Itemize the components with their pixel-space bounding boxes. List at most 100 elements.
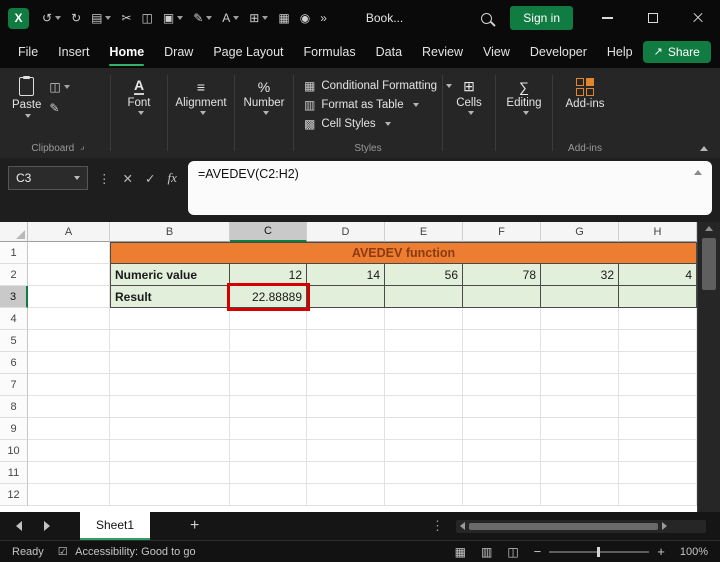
cell[interactable] [110,462,230,484]
font-color-button[interactable]: A [217,12,244,24]
cell[interactable] [463,374,541,396]
cell[interactable] [230,352,307,374]
tab-insert[interactable]: Insert [48,36,99,68]
minimize-button[interactable] [585,0,630,36]
cell[interactable] [619,462,697,484]
cell[interactable] [307,352,385,374]
undo-button[interactable]: ↺ [37,12,66,24]
horizontal-scrollbar[interactable] [456,520,706,533]
cell[interactable] [110,308,230,330]
font-button[interactable]: A Font [113,75,165,116]
cell[interactable] [307,440,385,462]
cell[interactable] [541,484,619,506]
cell-g2[interactable]: 32 [541,264,619,286]
vertical-scrollbar[interactable] [697,222,720,512]
toolbar-overflow-button[interactable]: » [315,12,332,24]
format-painter-button-qat[interactable]: ✎ [188,12,217,24]
tab-home[interactable]: Home [99,36,154,68]
column-header-b[interactable]: B [110,222,230,242]
editing-button[interactable]: ∑ Editing [498,75,550,116]
alignment-button[interactable]: ≡ Alignment [170,75,232,116]
cell[interactable] [110,396,230,418]
previous-sheet-icon[interactable] [16,521,22,531]
paste-button[interactable]: Paste [12,75,41,118]
cell[interactable] [385,484,463,506]
zoom-out-icon[interactable]: − [534,545,542,558]
tab-draw[interactable]: Draw [154,36,203,68]
row-header-3[interactable]: 3 [0,286,28,308]
sheet-tab-sheet1[interactable]: Sheet1 [80,512,150,540]
row-header-10[interactable]: 10 [0,440,28,462]
cell[interactable] [463,484,541,506]
tab-view[interactable]: View [473,36,520,68]
cell[interactable] [110,374,230,396]
row-header-6[interactable]: 6 [0,352,28,374]
cell-h2[interactable]: 4 [619,264,697,286]
zoom-level[interactable]: 100% [680,546,708,558]
zoom-slider[interactable] [549,551,649,553]
cell[interactable] [541,352,619,374]
cell[interactable] [463,396,541,418]
cell[interactable] [385,418,463,440]
cell[interactable] [541,330,619,352]
cell-banner-b1-h1[interactable]: AVEDEV function [110,242,697,264]
cell[interactable] [28,330,110,352]
redo-button[interactable]: ↻ [66,12,86,24]
cell[interactable] [230,396,307,418]
share-button[interactable]: ↗ Share [643,41,711,63]
tab-data[interactable]: Data [366,36,412,68]
enter-icon[interactable]: ✓ [145,171,155,186]
cell[interactable] [619,418,697,440]
cut-button[interactable]: ✂ [116,12,136,24]
sign-in-button[interactable]: Sign in [510,6,573,30]
cell[interactable] [463,440,541,462]
cell[interactable] [385,352,463,374]
vertical-scrollbar-thumb[interactable] [702,238,716,290]
tab-formulas[interactable]: Formulas [294,36,366,68]
tab-developer[interactable]: Developer [520,36,597,68]
cell-h3[interactable] [619,286,697,308]
next-sheet-icon[interactable] [44,521,50,531]
collapse-ribbon-icon[interactable] [700,146,708,151]
cell[interactable] [541,418,619,440]
cell[interactable] [385,462,463,484]
document-title[interactable]: Book... [366,11,403,25]
cell[interactable] [541,308,619,330]
format-painter-button[interactable]: ✎ [47,98,71,118]
tab-page-layout[interactable]: Page Layout [203,36,293,68]
cell[interactable] [28,352,110,374]
row-header-5[interactable]: 5 [0,330,28,352]
cell[interactable] [307,374,385,396]
cell[interactable] [385,308,463,330]
cell[interactable] [230,308,307,330]
page-break-view-icon[interactable]: ◫ [507,545,518,559]
tab-file[interactable]: File [8,36,48,68]
cell[interactable] [541,462,619,484]
column-header-h[interactable]: H [619,222,697,242]
cell-e2[interactable]: 56 [385,264,463,286]
row-header-4[interactable]: 4 [0,308,28,330]
select-all-corner[interactable] [0,222,28,242]
addins-button[interactable]: Add-ins [555,75,615,111]
cell[interactable] [307,484,385,506]
cell-d3[interactable] [307,286,385,308]
cell-f3[interactable] [463,286,541,308]
insert-function-icon[interactable]: fx [167,170,176,186]
scroll-left-icon[interactable] [460,522,465,530]
cell[interactable] [307,308,385,330]
row-header-8[interactable]: 8 [0,396,28,418]
cell-g3[interactable] [541,286,619,308]
column-header-g[interactable]: G [541,222,619,242]
row-header-12[interactable]: 12 [0,484,28,506]
cell-b3-label[interactable]: Result [110,286,230,308]
camera-button[interactable]: ◉ [295,12,315,24]
cell-a1[interactable] [28,242,110,264]
cell[interactable] [110,330,230,352]
cell[interactable] [541,440,619,462]
cell[interactable] [619,440,697,462]
expand-formula-bar-icon[interactable] [694,170,702,175]
column-header-e[interactable]: E [385,222,463,242]
cell-styles-button[interactable]: ▩ Cell Styles [304,117,432,131]
cell-a3[interactable] [28,286,110,308]
cell[interactable] [28,308,110,330]
